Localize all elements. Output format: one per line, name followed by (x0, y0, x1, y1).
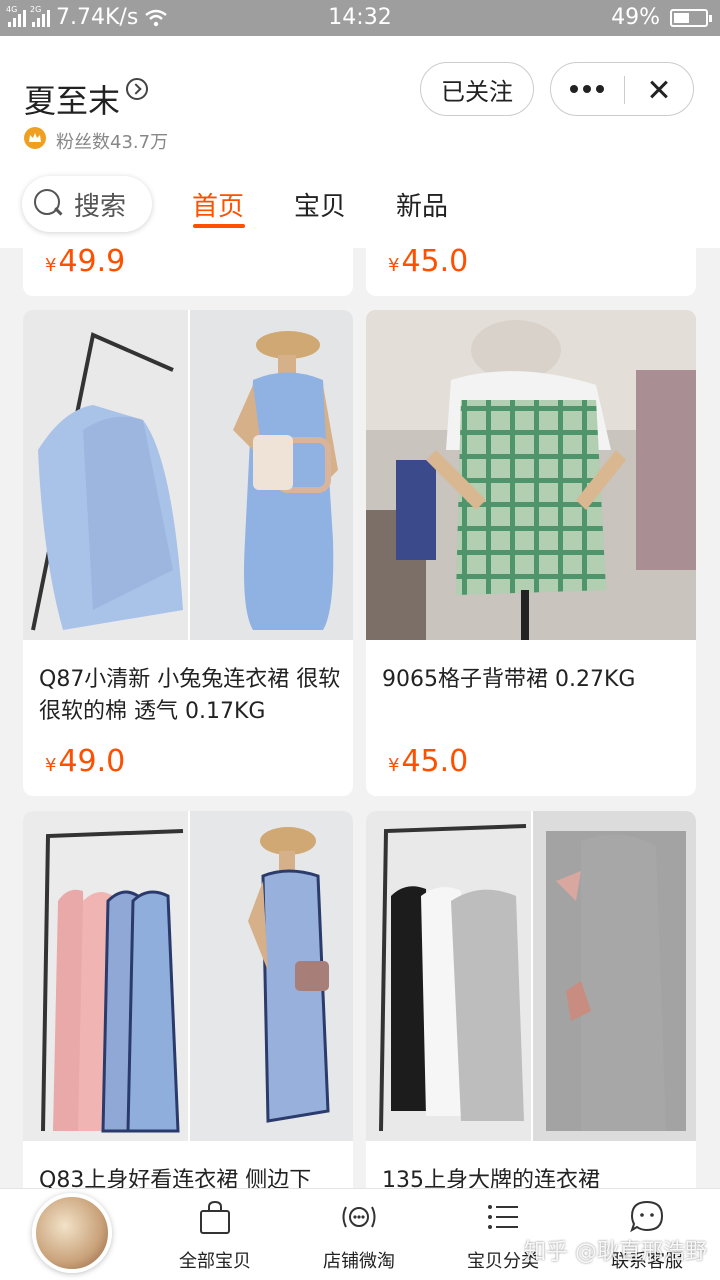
shop-header: 夏至末 粉丝数43.7万 已关注 搜索 首页 宝贝 新品 (0, 36, 720, 248)
chevron-right-circle-icon[interactable] (126, 78, 148, 100)
shop-name[interactable]: 夏至末 (24, 76, 120, 122)
chat-icon (630, 1200, 664, 1233)
nav-label: 店铺微淘 (323, 1251, 395, 1272)
product-card[interactable]: Q87小清新 小兔兔连衣裙 很软很软的棉 透气 0.17KG ¥49.0 (23, 310, 353, 796)
product-title: 9065格子背带裙 0.27KG (382, 667, 636, 692)
product-card[interactable]: 9065格子背带裙 0.27KG ¥45.0 (366, 310, 696, 796)
product-price: ¥49.0 (45, 744, 126, 779)
product-title: 135上身大牌的连衣裙 (382, 1168, 600, 1188)
shop-avatar[interactable] (32, 1193, 112, 1273)
product-grid: ¥49.9 ¥45.0 Q87小清新 小兔兔连衣裙 很软很软的棉 透气 0.17… (0, 248, 720, 1188)
watermark: 知乎 @耿直邢浩野 (524, 1240, 707, 1265)
product-title: Q87小清新 小兔兔连衣裙 很软很软的棉 透气 0.17KG (39, 667, 341, 724)
product-price: ¥49.9 (45, 248, 126, 279)
more-icon[interactable] (551, 63, 623, 115)
search-button[interactable]: 搜索 (22, 176, 152, 232)
battery-percent: 49% (611, 5, 660, 30)
fans-count: 粉丝数43.7万 (56, 132, 169, 153)
product-card[interactable]: ¥45.0 (366, 248, 696, 296)
product-card[interactable]: 135上身大牌的连衣裙 (366, 811, 696, 1188)
follow-button[interactable]: 已关注 (420, 62, 534, 116)
tab-home[interactable]: 首页 (192, 186, 244, 223)
close-icon[interactable] (625, 63, 693, 115)
product-image (23, 811, 353, 1141)
product-card[interactable]: ¥49.9 (23, 248, 353, 296)
list-icon (488, 1205, 518, 1229)
mini-program-capsule (550, 62, 694, 116)
product-image (366, 310, 696, 640)
active-tab-indicator (193, 224, 245, 228)
tab-new[interactable]: 新品 (396, 186, 448, 223)
product-title: Q83上身好看连衣裙 侧边下 (39, 1168, 312, 1188)
product-card[interactable]: Q83上身好看连衣裙 侧边下 (23, 811, 353, 1188)
product-image (23, 310, 353, 640)
product-image (366, 811, 696, 1141)
nav-all-products[interactable]: 全部宝贝 (160, 1197, 270, 1277)
battery-icon (670, 8, 712, 27)
status-bar: 4G 2G 7.74K/s 14:32 49% (0, 0, 720, 36)
search-icon (34, 189, 64, 219)
broadcast-icon (342, 1206, 376, 1228)
bag-icon (200, 1200, 230, 1234)
product-price: ¥45.0 (388, 248, 469, 279)
nav-shop-feed[interactable]: 店铺微淘 (304, 1197, 414, 1277)
tab-products[interactable]: 宝贝 (294, 186, 346, 223)
search-label: 搜索 (74, 191, 127, 222)
nav-label: 全部宝贝 (179, 1251, 251, 1272)
crown-icon (24, 127, 46, 149)
product-price: ¥45.0 (388, 744, 469, 779)
